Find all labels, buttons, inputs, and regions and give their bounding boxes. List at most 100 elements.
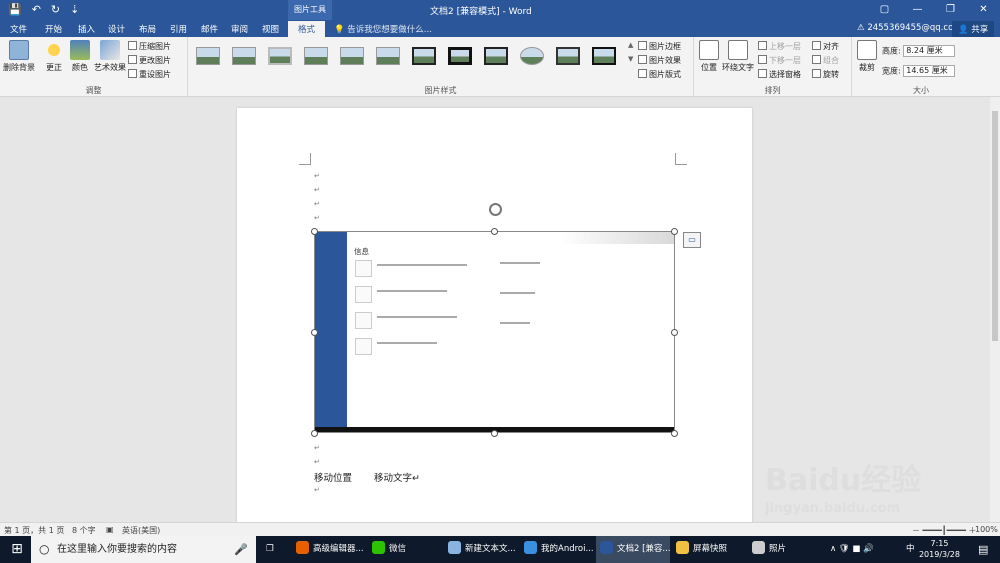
tab-format[interactable]: 格式	[288, 21, 326, 37]
taskbar-search-box[interactable]: ○ 在这里输入你要搜索的内容 🎤	[31, 536, 256, 563]
taskbar-app-wechat[interactable]: 微信	[368, 536, 442, 563]
word-count[interactable]: 8 个字	[72, 525, 96, 536]
align-button[interactable]: 对齐	[812, 41, 839, 52]
taskbar-clock[interactable]: 7:15 2019/3/28	[919, 538, 960, 560]
reset-picture-button[interactable]: 重设图片	[128, 69, 171, 80]
picture-style-6[interactable]	[376, 47, 400, 65]
taskbar-app-firefox[interactable]: 高级编辑器...	[292, 536, 366, 563]
picture-style-9[interactable]	[484, 47, 508, 65]
taskbar-app-folder[interactable]: 屏幕快照	[672, 536, 746, 563]
minimize-button[interactable]: —	[901, 0, 934, 20]
tab-review[interactable]: 审阅	[231, 23, 248, 35]
firefox-icon	[296, 541, 309, 554]
windows-taskbar: ⊞ ○ 在这里输入你要搜索的内容 🎤 ❐ 高级编辑器... 微信 新建文本文..…	[0, 536, 1000, 563]
remove-background-button[interactable]: 删除背景	[2, 40, 36, 73]
resize-handle-t[interactable]	[491, 228, 498, 235]
undo-icon[interactable]: ↶	[32, 3, 41, 16]
resize-handle-r[interactable]	[671, 329, 678, 336]
tab-view[interactable]: 视图	[262, 23, 279, 35]
styles-scroll-up[interactable]: ▲	[628, 41, 633, 49]
tab-references[interactable]: 引用	[170, 23, 187, 35]
vertical-scrollbar[interactable]	[990, 97, 1000, 522]
tab-layout[interactable]: 布局	[139, 23, 156, 35]
resize-handle-b[interactable]	[491, 430, 498, 437]
close-button[interactable]: ✕	[967, 0, 1000, 20]
zoom-slider[interactable]: － ━━━━┃━━━━ ＋	[912, 525, 976, 536]
start-button[interactable]: ⊞	[4, 536, 30, 563]
redo-icon[interactable]: ↻	[51, 3, 60, 16]
notifications-icon[interactable]: ▤	[974, 536, 996, 563]
resize-handle-tl[interactable]	[311, 228, 318, 235]
ribbon: 删除背景 更正 颜色 艺术效果 压缩图片 更改图片 重设图片 调整 ▲ ▼ 图片…	[0, 37, 1000, 97]
ime-indicator[interactable]: 中	[902, 536, 918, 563]
taskbar-app-photos[interactable]: 照片	[748, 536, 808, 563]
share-button[interactable]: 👤 共享	[952, 21, 995, 37]
change-picture-button[interactable]: 更改图片	[128, 55, 171, 66]
microphone-icon[interactable]: 🎤	[234, 536, 248, 563]
status-bar: 第 1 页，共 1 页 8 个字 ▣ 英语(美国) － ━━━━┃━━━━ ＋ …	[0, 522, 1000, 536]
ribbon-tabs: 文件 开始 插入 设计 布局 引用 邮件 审阅 视图 格式 💡 告诉我您想要做什…	[0, 20, 1000, 37]
corrections-button[interactable]: 更正	[42, 40, 66, 73]
width-input[interactable]: 14.65 厘米	[903, 65, 956, 77]
picture-style-10[interactable]	[520, 47, 544, 65]
zoom-level[interactable]: 100%	[975, 525, 998, 534]
picture-layout-button[interactable]: 图片版式	[638, 69, 681, 80]
layout-options-icon[interactable]: ▭	[683, 232, 701, 248]
tab-file[interactable]: 文件	[10, 23, 27, 35]
rotate-handle-icon[interactable]	[489, 203, 502, 216]
crop-button[interactable]: 裁剪	[856, 40, 878, 73]
picture-style-3[interactable]	[268, 47, 292, 65]
resize-handle-l[interactable]	[311, 329, 318, 336]
picture-border-button[interactable]: 图片边框	[638, 41, 681, 52]
send-backward-button[interactable]: 下移一层	[758, 55, 801, 66]
resize-handle-tr[interactable]	[671, 228, 678, 235]
tell-me-box[interactable]: 💡 告诉我您想要做什么...	[334, 23, 432, 35]
picture-style-12[interactable]	[592, 47, 616, 65]
scrollbar-thumb[interactable]	[992, 111, 998, 341]
color-button[interactable]: 颜色	[68, 40, 92, 73]
page-count[interactable]: 第 1 页，共 1 页	[4, 525, 64, 536]
document-page[interactable]: ↵ ↵ ↵ ↵ 信息 ▭ ↵ ↵ 移动位置 移动文字↵ ↵	[237, 108, 752, 522]
picture-style-8[interactable]	[448, 47, 472, 65]
system-tray-icons[interactable]: ∧ 🛡 ■ 🔊	[826, 536, 902, 563]
share-label: 共享	[971, 25, 989, 35]
tab-home[interactable]: 开始	[45, 23, 62, 35]
selection-pane-button[interactable]: 选择窗格	[758, 69, 801, 80]
language-indicator[interactable]: 英语(美国)	[122, 525, 160, 536]
picture-style-5[interactable]	[340, 47, 364, 65]
tab-insert[interactable]: 插入	[78, 23, 95, 35]
group-button[interactable]: 组合	[812, 55, 839, 66]
position-button[interactable]: 位置	[698, 40, 720, 73]
taskbar-app-word[interactable]: 文档2 [兼容...	[596, 536, 671, 563]
resize-handle-bl[interactable]	[311, 430, 318, 437]
account-name[interactable]: ⚠ 2455369455@qq.com	[857, 23, 962, 33]
taskbar-app-notepad[interactable]: 新建文本文...	[444, 536, 518, 563]
wrap-text-button[interactable]: 环绕文字	[722, 40, 754, 73]
customize-qat-icon[interactable]: ⇣	[70, 3, 79, 16]
selection-pane-icon	[758, 69, 767, 78]
tab-design[interactable]: 设计	[108, 23, 125, 35]
proofing-icon[interactable]: ▣	[106, 525, 114, 534]
artistic-effects-button[interactable]: 艺术效果	[94, 40, 126, 73]
picture-style-7[interactable]	[412, 47, 436, 65]
ribbon-display-icon[interactable]: ▢	[868, 0, 901, 20]
bring-forward-button[interactable]: 上移一层	[758, 41, 801, 52]
styles-scroll-down[interactable]: ▼	[628, 55, 633, 63]
picture-style-2[interactable]	[232, 47, 256, 65]
picture-effects-button[interactable]: 图片效果	[638, 55, 681, 66]
task-view-icon[interactable]: ❐	[262, 536, 286, 563]
rotate-button[interactable]: 旋转	[812, 69, 839, 80]
picture-style-4[interactable]	[304, 47, 328, 65]
inserted-screenshot-picture[interactable]: 信息	[314, 231, 675, 433]
restore-button[interactable]: ❐	[934, 0, 967, 20]
picture-style-11[interactable]	[556, 47, 580, 65]
tab-mailings[interactable]: 邮件	[201, 23, 218, 35]
height-input[interactable]: 8.24 厘米	[903, 45, 956, 57]
save-icon[interactable]: 💾	[8, 3, 22, 16]
compress-pictures-button[interactable]: 压缩图片	[128, 41, 171, 52]
taskbar-app-android[interactable]: 我的Androi...	[520, 536, 594, 563]
picture-style-1[interactable]	[196, 47, 220, 65]
resize-handle-br[interactable]	[671, 430, 678, 437]
artistic-effects-label: 艺术效果	[94, 63, 126, 72]
paragraph-mark: ↵	[314, 486, 320, 494]
